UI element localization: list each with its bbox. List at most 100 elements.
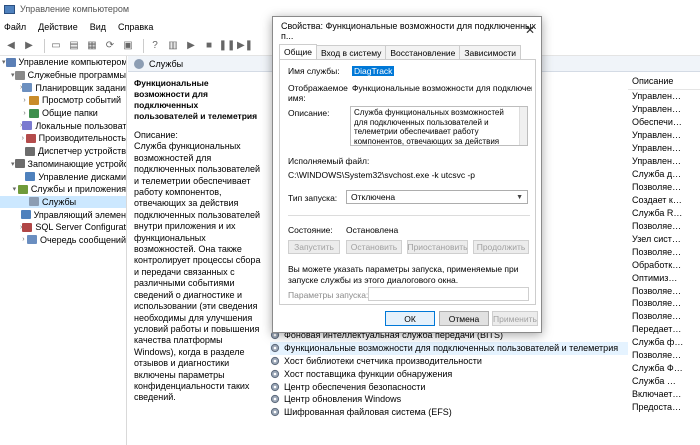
- service-row[interactable]: Шифрованная файловая система (EFS): [270, 406, 628, 419]
- ok-button[interactable]: ОК: [385, 311, 435, 326]
- description-field-label: Описание:: [288, 108, 330, 118]
- tab-general[interactable]: Общие: [279, 44, 317, 59]
- tab-logon[interactable]: Вход в систему: [315, 45, 387, 59]
- service-row[interactable]: Функциональные возможности для подключен…: [270, 341, 628, 355]
- tree-item[interactable]: › Просмотр событий: [0, 94, 126, 107]
- expander-icon[interactable]: ›: [20, 135, 26, 142]
- description-scrollbar[interactable]: [519, 107, 527, 145]
- node-icon: [14, 70, 25, 80]
- back-icon[interactable]: ◀: [4, 39, 18, 53]
- tree-item[interactable]: Управление дисками: [0, 170, 126, 183]
- menu-action[interactable]: Действие: [38, 22, 78, 32]
- tree-item-label: Планировщик заданий: [35, 82, 127, 93]
- tree-item[interactable]: ▾ Служебные программы: [0, 69, 126, 82]
- tree-item[interactable]: › SQL Server Configurati: [0, 221, 126, 234]
- description-cell: Позволяе…: [632, 246, 682, 257]
- tree-item[interactable]: Диспетчер устройств: [0, 145, 126, 158]
- description-cell: Служба д…: [632, 169, 682, 180]
- menu-file[interactable]: Файл: [4, 22, 26, 32]
- description-cell: Служба …: [632, 376, 676, 387]
- tree-item[interactable]: Управляющий элемен: [0, 208, 126, 221]
- play-icon[interactable]: ▶: [184, 39, 198, 53]
- cancel-button[interactable]: Отмена: [439, 311, 489, 326]
- node-icon: [22, 83, 33, 93]
- service-gear-icon: [270, 369, 280, 379]
- service-row[interactable]: Хост поставщика функции обнаружения: [270, 367, 628, 380]
- tree-item[interactable]: › Производительность: [0, 132, 126, 145]
- executable-path[interactable]: C:\WINDOWS\System32\svchost.exe -k utcsv…: [288, 170, 475, 180]
- start-params-input[interactable]: [368, 287, 529, 301]
- service-gear-icon: [270, 382, 280, 392]
- menu-view[interactable]: Вид: [90, 22, 106, 32]
- chevron-down-icon: ▼: [516, 193, 523, 201]
- tree-item[interactable]: › Планировщик заданий: [0, 81, 126, 94]
- service-row[interactable]: Центр обновления Windows: [270, 393, 628, 406]
- restart-icon[interactable]: ▶❚: [237, 39, 253, 53]
- menu-help[interactable]: Справка: [118, 22, 153, 32]
- start-params-label: Параметры запуска:: [288, 290, 369, 300]
- description-column: Описание Управлен… Управлен… Обеспечи… Упра…: [628, 72, 700, 413]
- expander-icon[interactable]: ▾: [11, 160, 15, 168]
- description-label: Описание:: [134, 130, 178, 140]
- service-name: Шифрованная файловая система (EFS): [284, 407, 452, 418]
- description-cell: Позволяе…: [632, 220, 682, 231]
- stop-button[interactable]: Остановить: [346, 240, 402, 254]
- node-icon: [22, 222, 33, 232]
- tree-item[interactable]: ▾ Управление компьютером (л: [0, 56, 126, 69]
- service-gear-icon: [270, 394, 280, 404]
- properties-icon[interactable]: ▦: [85, 39, 99, 53]
- tree-item[interactable]: › Общие папки: [0, 107, 126, 120]
- refresh-icon[interactable]: ⟳: [103, 39, 117, 53]
- startup-type-select[interactable]: Отключена ▼: [346, 190, 528, 204]
- tree-item-label: Общие папки: [42, 108, 98, 119]
- node-icon: [25, 146, 35, 156]
- service-name-value[interactable]: DiagTrack: [352, 66, 395, 76]
- tab-recovery[interactable]: Восстановление: [385, 45, 461, 59]
- console-tree-icon[interactable]: ▤: [67, 39, 81, 53]
- tree-item[interactable]: ▾ Службы и приложения: [0, 183, 126, 196]
- show-pane-icon[interactable]: ▥: [166, 39, 180, 53]
- tree-item[interactable]: › Очередь сообщений: [0, 234, 126, 247]
- status-label: Состояние:: [288, 225, 333, 235]
- dialog-title: Свойства: Функциональные возможности для…: [281, 21, 537, 41]
- description-cell: Управлен…: [632, 91, 681, 102]
- pause-icon[interactable]: ❚❚: [219, 39, 236, 53]
- node-icon: [25, 133, 36, 143]
- service-row[interactable]: Центр обеспечения безопасности: [270, 380, 628, 393]
- export-list-icon[interactable]: ▣: [121, 39, 135, 53]
- tree-item[interactable]: › Локальные пользовате: [0, 119, 126, 132]
- computer-management-icon: [4, 4, 15, 14]
- apply-button[interactable]: Применить: [492, 311, 538, 326]
- display-name-value[interactable]: Функциональные возможности для подключен…: [352, 83, 532, 93]
- dialog-tabs: Общие Вход в систему Восстановление Зави…: [279, 44, 522, 59]
- service-row[interactable]: Хост библиотеки счетчика производительно…: [270, 355, 628, 368]
- tree-item-label: Служебные программы: [27, 70, 126, 81]
- description-cell: Предоста…: [632, 401, 682, 412]
- services-list: Фоновая интеллектуальная служба передачи…: [270, 329, 628, 419]
- folder-icon[interactable]: ▭: [49, 39, 63, 53]
- expander-icon[interactable]: ›: [20, 110, 29, 117]
- service-name: Хост библиотеки счетчика производительно…: [284, 355, 482, 366]
- tab-dependencies[interactable]: Зависимости: [459, 45, 522, 59]
- column-header-description[interactable]: Описание: [628, 72, 700, 90]
- startup-type-value: Отключена: [351, 192, 396, 202]
- expander-icon[interactable]: ▾: [2, 58, 6, 66]
- expander-icon[interactable]: ›: [20, 97, 29, 104]
- tree-item-label: Запоминающие устройст: [27, 158, 127, 169]
- description-textbox-text: Служба функциональных возможностей для п…: [354, 108, 504, 146]
- expander-icon[interactable]: ›: [20, 236, 27, 243]
- help-icon[interactable]: ?: [148, 39, 162, 53]
- node-icon: [26, 235, 37, 245]
- expander-icon[interactable]: ▾: [11, 185, 18, 193]
- tree-item[interactable]: Службы: [0, 195, 126, 209]
- forward-icon[interactable]: ▶: [22, 39, 36, 53]
- description-textbox[interactable]: Служба функциональных возможностей для п…: [350, 106, 528, 146]
- close-icon[interactable]: ✕: [525, 23, 535, 37]
- resume-button[interactable]: Продолжить: [473, 240, 529, 254]
- pause-button[interactable]: Приостановить: [407, 240, 468, 254]
- tree-item[interactable]: ▾ Запоминающие устройст: [0, 158, 126, 171]
- stop-icon[interactable]: ■: [202, 39, 216, 53]
- service-gear-icon: [270, 356, 280, 366]
- start-button[interactable]: Запустить: [288, 240, 340, 254]
- window-title: Управление компьютером: [20, 4, 130, 14]
